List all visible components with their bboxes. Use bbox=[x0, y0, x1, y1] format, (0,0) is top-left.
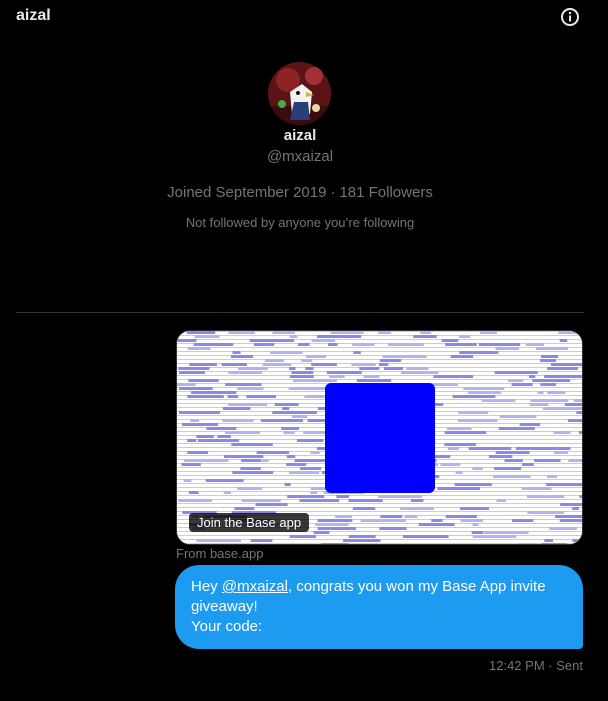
avatar[interactable] bbox=[268, 62, 331, 125]
message-line-1: Hey @mxaizal, congrats you won my Base A… bbox=[191, 577, 567, 597]
conversation-title: aizal bbox=[16, 7, 51, 24]
mention-link[interactable]: @mxaizal bbox=[222, 578, 288, 595]
divider bbox=[16, 312, 584, 313]
meta-separator: · bbox=[330, 184, 336, 201]
message-bubble[interactable]: Hey @mxaizal, congrats you won my Base A… bbox=[175, 565, 583, 649]
profile-handle[interactable]: @mxaizal bbox=[0, 148, 600, 165]
message-status: Sent bbox=[556, 658, 583, 673]
message-line-3: Your code: bbox=[191, 618, 263, 635]
profile-name[interactable]: aizal bbox=[0, 127, 600, 144]
link-preview-card[interactable]: Join the Base app bbox=[176, 330, 583, 545]
profile-meta: Joined September 2019 · 181 Followers bbox=[0, 184, 600, 201]
card-source[interactable]: From base.app bbox=[176, 546, 263, 561]
meta-separator: · bbox=[548, 658, 553, 673]
message-time: 12:42 PM bbox=[489, 658, 545, 673]
conversation-header: aizal bbox=[0, 0, 608, 34]
follow-context-note: Not followed by anyone you’re following bbox=[185, 215, 415, 230]
message-meta: 12:42 PM · Sent bbox=[489, 658, 583, 673]
card-label: Join the Base app bbox=[189, 513, 310, 532]
followers-count[interactable]: 181 Followers bbox=[339, 184, 432, 201]
info-icon[interactable] bbox=[559, 6, 581, 28]
joined-date: Joined September 2019 bbox=[167, 184, 327, 201]
message-line1-rest: , congrats you won my Base App invite bbox=[287, 578, 546, 595]
message-prefix: Hey bbox=[191, 578, 222, 595]
base-logo-square bbox=[325, 383, 435, 493]
message-line-2: giveaway! bbox=[191, 598, 258, 615]
